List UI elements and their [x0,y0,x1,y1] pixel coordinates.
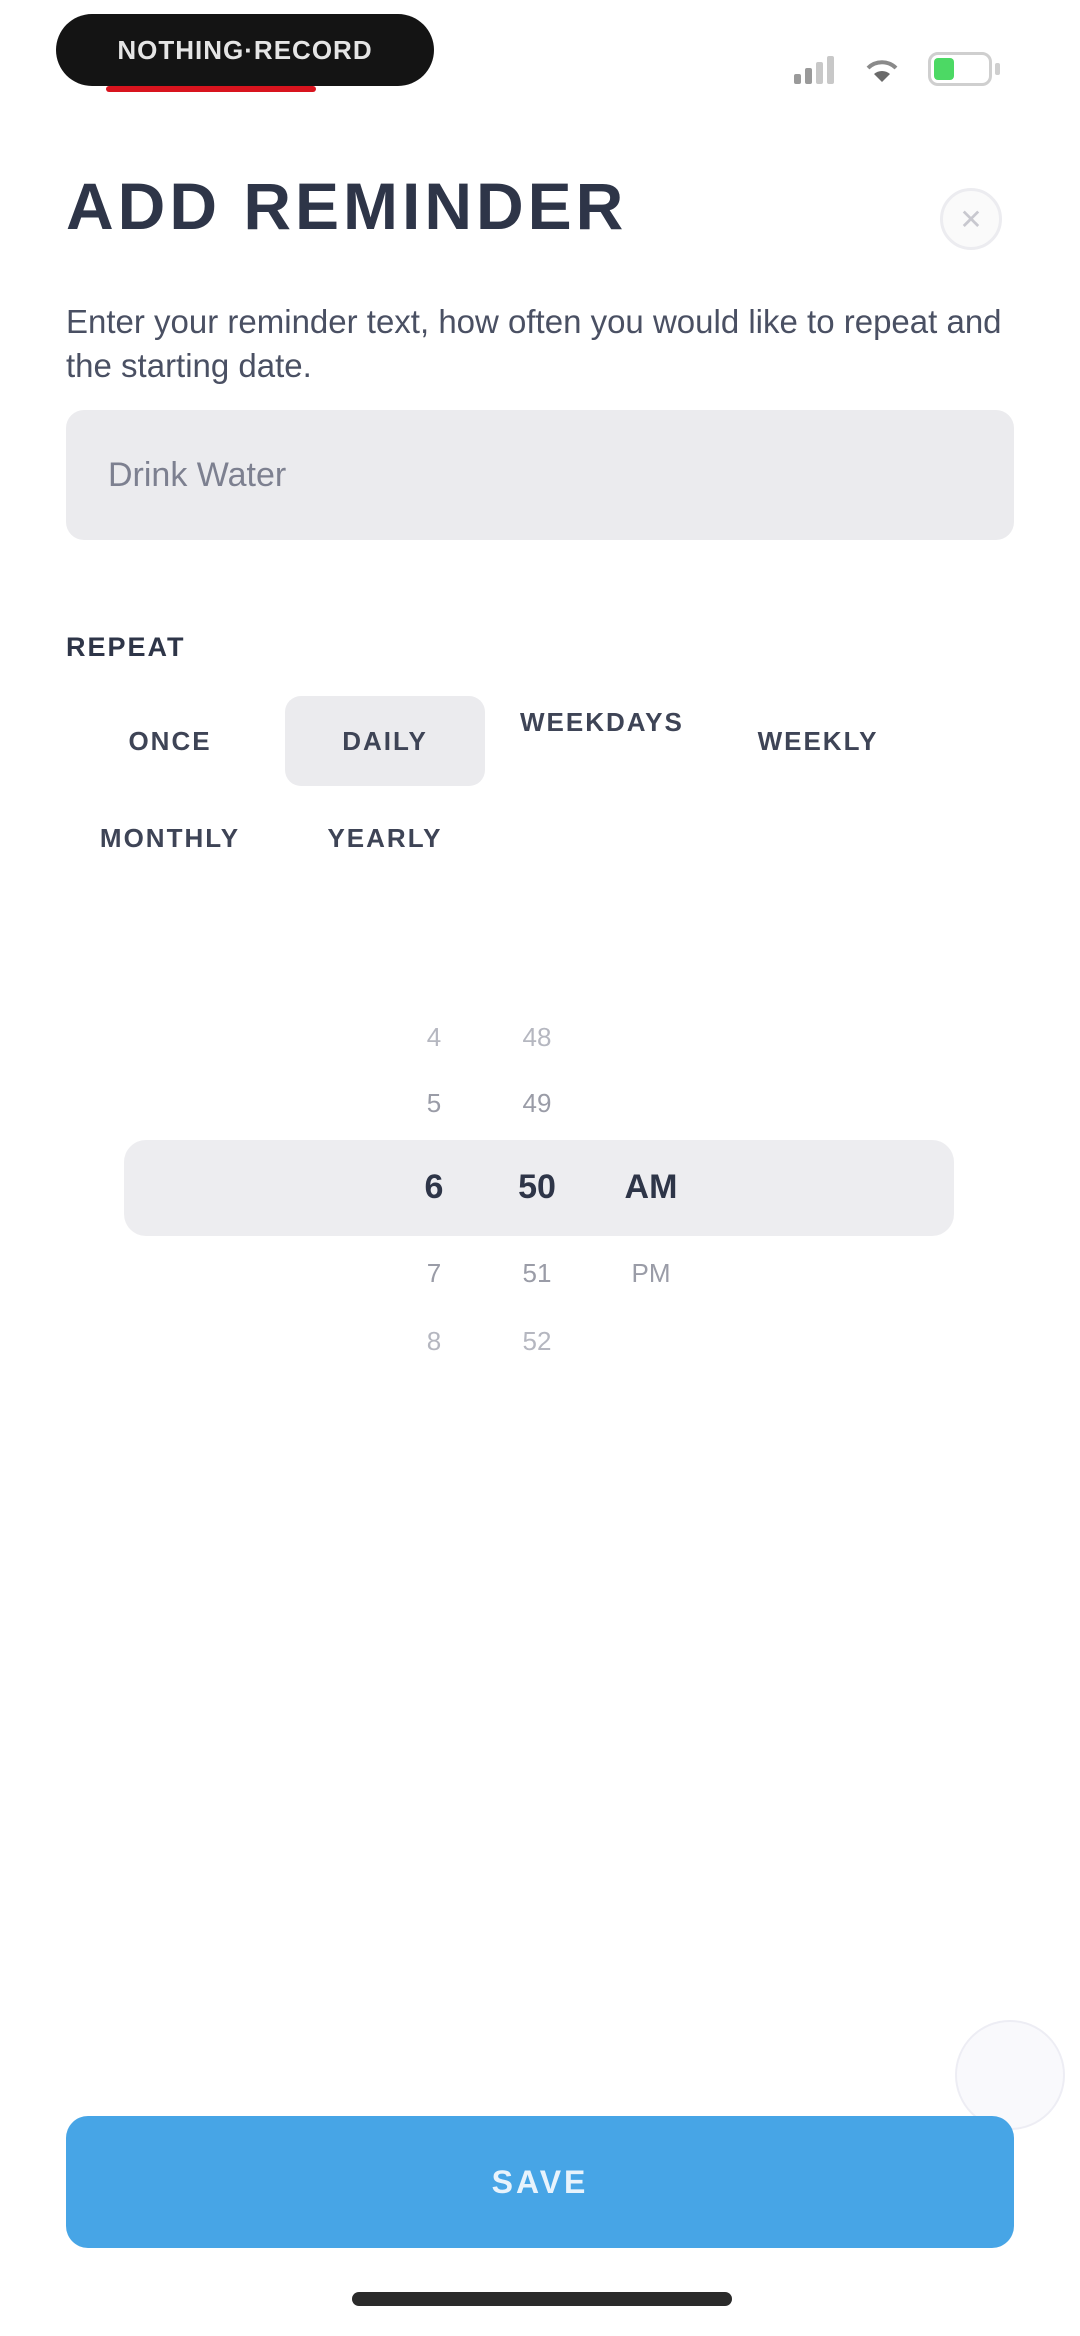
minute-option[interactable]: 48 [497,1022,577,1053]
recording-progress [106,86,316,92]
close-button[interactable]: ✕ [940,188,1002,250]
description-text: Enter your reminder text, how often you … [66,303,1002,384]
signal-icon [794,56,834,84]
minute-option[interactable]: 49 [497,1088,577,1119]
recording-label: NOTHING·RECORD [117,34,373,65]
assistive-touch-button[interactable] [955,2020,1065,2130]
minute-option[interactable]: 51 [497,1258,577,1289]
hour-option[interactable]: 5 [394,1088,474,1119]
status-icons [792,52,1000,86]
hour-option-selected[interactable]: 6 [394,1168,474,1207]
minute-option-selected[interactable]: 50 [497,1168,577,1207]
home-indicator[interactable] [352,2292,732,2306]
screen-recording-indicator[interactable]: NOTHING·RECORD [56,14,434,92]
page-title: ADD REMINDER [66,169,628,243]
minute-option[interactable]: 52 [497,1326,577,1357]
period-option[interactable]: PM [611,1258,691,1289]
repeat-option-once[interactable]: ONCE [100,696,240,786]
status-bar: NOTHING·RECORD [0,0,1080,130]
save-button[interactable]: SAVE [66,2116,1014,2248]
hour-option[interactable]: 4 [394,1022,474,1053]
repeat-option-daily[interactable]: DAILY [285,696,485,786]
repeat-option-weekdays[interactable]: WEEKDAYS [520,696,682,796]
wifi-icon [866,60,898,82]
repeat-option-monthly[interactable]: MONTHLY [90,793,250,883]
hour-option[interactable]: 7 [394,1258,474,1289]
period-option-selected[interactable]: AM [611,1168,691,1207]
hour-option[interactable]: 8 [394,1326,474,1357]
battery-icon [928,52,1000,86]
repeat-option-weekly[interactable]: WEEKLY [748,696,888,786]
close-icon: ✕ [959,203,983,235]
repeat-label: REPEAT [66,632,186,662]
time-picker[interactable]: 4 5 6 7 8 48 49 50 51 52 AM PM [124,1000,954,1380]
repeat-option-yearly[interactable]: YEARLY [315,793,455,883]
reminder-text-input[interactable] [66,410,1014,540]
